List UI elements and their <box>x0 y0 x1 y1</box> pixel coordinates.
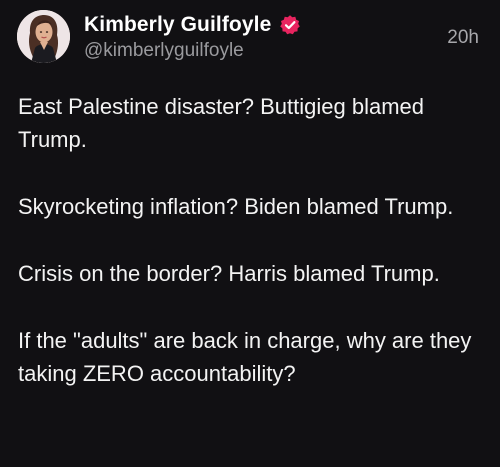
post-paragraph: If the "adults" are back in charge, why … <box>18 328 472 386</box>
post-paragraph: East Palestine disaster? Buttigieg blame… <box>18 94 425 152</box>
post-header: Kimberly Guilfoyle @kimberlyguilfoyle 20… <box>0 0 500 80</box>
post-body: East Palestine disaster? Buttigieg blame… <box>18 90 480 424</box>
verified-badge-icon <box>279 14 301 36</box>
author-handle[interactable]: @kimberlyguilfoyle <box>84 40 244 62</box>
post-card: Kimberly Guilfoyle @kimberlyguilfoyle 20… <box>0 0 500 467</box>
post-paragraph: Skyrocketing inflation? Biden blamed Tru… <box>18 194 454 219</box>
post-timestamp[interactable]: 20h <box>447 27 479 49</box>
display-name[interactable]: Kimberly Guilfoyle <box>84 13 271 37</box>
post-paragraph: Crisis on the border? Harris blamed Trum… <box>18 261 440 286</box>
avatar[interactable] <box>17 10 70 63</box>
name-row: Kimberly Guilfoyle <box>84 11 301 39</box>
